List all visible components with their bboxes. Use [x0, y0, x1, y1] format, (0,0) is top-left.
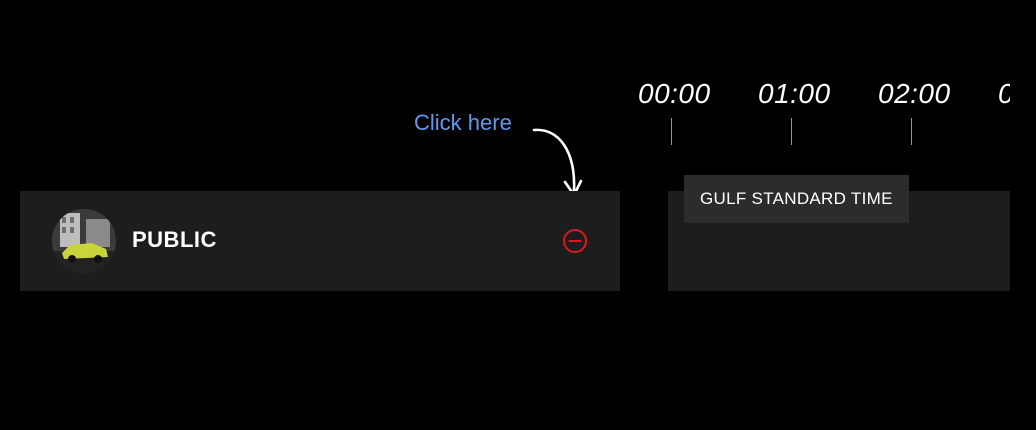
timezone-badge: GULF STANDARD TIME: [684, 175, 909, 223]
avatar: [52, 209, 116, 273]
time-label: 02:00: [878, 78, 951, 109]
time-tick: [791, 118, 792, 145]
group-name: PUBLIC: [132, 227, 217, 252]
time-label: 00:00: [638, 78, 711, 109]
minus-circle-icon: [563, 229, 587, 253]
group-row: PUBLIC: [20, 191, 620, 291]
timeline-header: 00:00 01:00 02:00 03:00: [630, 78, 1010, 148]
time-tick: [911, 118, 912, 145]
time-tick: [671, 118, 672, 145]
time-label: 01:00: [758, 78, 831, 109]
annotation-label: Click here: [414, 110, 512, 135]
car-photo-avatar: [52, 209, 116, 273]
time-label: 03:00: [998, 78, 1010, 110]
remove-group-button[interactable]: [562, 228, 588, 254]
